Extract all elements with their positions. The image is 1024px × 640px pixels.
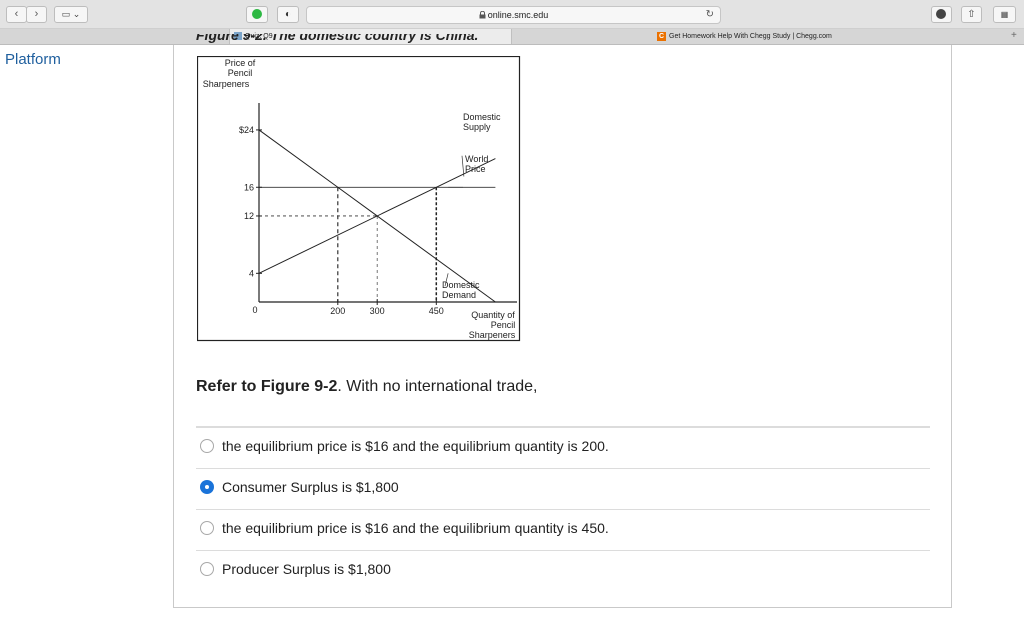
platform-link[interactable]: Platform xyxy=(5,51,61,68)
lock-icon xyxy=(479,10,486,19)
demand-label-line: Demand xyxy=(442,290,476,300)
figure-title: Figure 9-2. The domestic country is Chin… xyxy=(196,34,479,43)
browser-toolbar: ‹ › ▭ ⌄ ◐ online.smc.edu ↻ ⇧ ▦ xyxy=(0,0,1024,29)
radio-button[interactable] xyxy=(200,439,214,453)
answer-option[interactable]: Consumer Surplus is $1,800 xyxy=(196,468,930,509)
x-tick-label: 450 xyxy=(429,306,444,316)
answer-label: the equilibrium price is $16 and the equ… xyxy=(222,438,609,454)
radio-button[interactable] xyxy=(200,562,214,576)
share-button[interactable]: ⇧ xyxy=(961,6,982,23)
y-axis-label-line: Price of xyxy=(225,58,256,68)
origin-label: 0 xyxy=(252,305,257,315)
world-price-label-line: World xyxy=(465,154,488,164)
sidebar-toggle-button[interactable]: ▭ ⌄ xyxy=(54,6,88,23)
tabs-icon: ▦ xyxy=(1000,10,1009,19)
demand-label-line: Domestic xyxy=(442,280,480,290)
downloads-button[interactable] xyxy=(931,6,952,23)
reload-icon[interactable]: ↻ xyxy=(706,7,714,23)
y-tick-label: $24 xyxy=(239,125,254,135)
x-tick-label: 300 xyxy=(370,306,385,316)
y-tick-label: 12 xyxy=(244,211,254,221)
tab-title: Get Homework Help With Chegg Study | Che… xyxy=(669,33,832,40)
supply-demand-figure: Price of Pencil Sharpeners Quantity of P… xyxy=(197,56,521,342)
shield-extension-button[interactable]: ◐ xyxy=(277,6,299,23)
chevron-right-icon: › xyxy=(34,8,39,20)
sidebar-icon: ▭ ⌄ xyxy=(61,9,81,19)
answer-option[interactable]: the equilibrium price is $16 and the equ… xyxy=(196,509,930,550)
answer-list: the equilibrium price is $16 and the equ… xyxy=(196,426,930,591)
answer-label: Consumer Surplus is $1,800 xyxy=(222,479,399,495)
question-suffix: . With no international trade, xyxy=(337,378,538,395)
y-axis-label-line: Sharpeners xyxy=(203,79,250,89)
supply-label-line: Domestic xyxy=(463,112,501,122)
world-price-label-line: Price xyxy=(465,164,486,174)
y-tick-label: 4 xyxy=(249,268,254,278)
answer-label: the equilibrium price is $16 and the equ… xyxy=(222,520,609,536)
x-axis-label-line: Pencil xyxy=(491,320,516,330)
answer-option[interactable]: Producer Surplus is $1,800 xyxy=(196,550,930,591)
forward-button[interactable]: › xyxy=(26,6,47,23)
chevron-left-icon: ‹ xyxy=(14,8,19,20)
x-tick-label: 200 xyxy=(330,306,345,316)
y-axis-label-line: Pencil xyxy=(228,68,253,78)
shield-icon: ◐ xyxy=(284,9,292,20)
y-tick-label: 16 xyxy=(244,182,254,192)
question-text: Refer to Figure 9-2. With no internation… xyxy=(196,378,537,396)
extension-button[interactable] xyxy=(246,6,268,23)
url-text: online.smc.edu xyxy=(487,10,549,20)
x-axis-label-line: Sharpeners xyxy=(469,330,516,340)
figure-reference: Figure 9-2 xyxy=(260,378,338,395)
answer-label: Producer Surplus is $1,800 xyxy=(222,561,391,577)
answer-option[interactable]: the equilibrium price is $16 and the equ… xyxy=(196,427,930,468)
tab-chegg[interactable]: C Get Homework Help With Chegg Study | Ch… xyxy=(655,29,1015,44)
address-bar[interactable]: online.smc.edu ↻ xyxy=(306,6,721,24)
back-button[interactable]: ‹ xyxy=(6,6,27,23)
supply-label-line: Supply xyxy=(463,122,491,132)
chegg-favicon-icon: C xyxy=(657,31,666,41)
new-tab-button[interactable]: + xyxy=(1011,29,1017,43)
x-axis-label-line: Quantity of xyxy=(471,310,515,320)
tab-overview-button[interactable]: ▦ xyxy=(993,6,1016,23)
nav-buttons: ‹ › xyxy=(6,6,47,23)
share-icon: ⇧ xyxy=(967,9,976,20)
radio-button[interactable] xyxy=(200,521,214,535)
question-prefix: Refer to xyxy=(196,378,257,395)
radio-button[interactable] xyxy=(200,480,214,494)
